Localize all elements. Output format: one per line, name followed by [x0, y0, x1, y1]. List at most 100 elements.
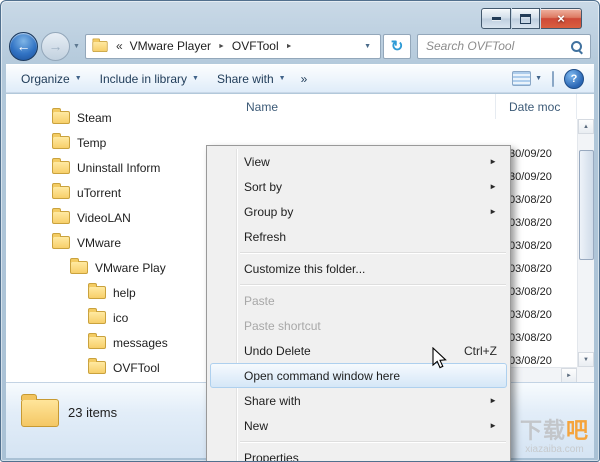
menu-item-label: Customize this folder... — [244, 261, 366, 276]
menu-item-group-by[interactable]: Group by ► — [210, 199, 507, 224]
menu-item-customize-this-folder[interactable]: Customize this folder... — [210, 256, 507, 281]
menu-item-label: New — [244, 418, 269, 433]
scrollbar-corner — [577, 367, 594, 383]
preview-pane-icon — [552, 70, 554, 87]
folder-name: OVFTool — [113, 360, 160, 375]
column-header-name[interactable]: Name — [236, 94, 496, 119]
share-with-button[interactable]: Share with ▼ — [208, 68, 295, 90]
refresh-icon: ↻ — [390, 38, 404, 55]
organize-label: Organize — [21, 71, 70, 86]
address-bar[interactable]: « VMware Player ► OVFTool ► ▼ — [84, 33, 381, 59]
column-header-date-label: Date moc — [509, 99, 561, 114]
change-view-button[interactable]: ▼ — [512, 71, 542, 86]
folder-icon — [21, 394, 59, 427]
sidebar-item-uninstall-inform[interactable]: Uninstall Inform — [6, 155, 236, 180]
submenu-arrow-icon: ► — [489, 157, 497, 166]
scroll-up-button[interactable]: ▲ — [578, 119, 594, 134]
minimize-button[interactable] — [481, 8, 511, 29]
sidebar-item-steam[interactable]: Steam — [6, 105, 236, 130]
back-button[interactable]: ← — [9, 31, 38, 61]
refresh-button[interactable]: ↻ — [383, 33, 411, 59]
toolbar-overflow-button[interactable]: » — [295, 68, 314, 90]
sidebar-item-help[interactable]: help — [6, 280, 236, 305]
recent-pages-dropdown[interactable]: ▼ — [70, 43, 85, 50]
menu-item-label: Paste shortcut — [244, 318, 321, 333]
menu-item-view[interactable]: View ► — [210, 149, 507, 174]
share-with-label: Share with — [216, 71, 274, 86]
breadcrumb-overflow-icon[interactable]: « — [116, 39, 123, 53]
sidebar-item-utorrent[interactable]: uTorrent — [6, 180, 236, 205]
folder-icon — [52, 108, 70, 124]
menu-item-properties[interactable]: Properties — [210, 445, 507, 462]
sidebar-item-temp[interactable]: Temp — [6, 130, 236, 155]
folder-name: Temp — [77, 135, 107, 150]
include-in-library-button[interactable]: Include in library ▼ — [91, 68, 208, 90]
menu-item-share-with[interactable]: Share with ► — [210, 388, 507, 413]
address-history-dropdown-icon[interactable]: ▼ — [360, 43, 375, 50]
menu-item-undo-delete[interactable]: Undo Delete Ctrl+Z — [210, 338, 507, 363]
breadcrumb-item-ovftool[interactable]: OVFTool — [228, 39, 283, 53]
folder-name: ico — [113, 310, 129, 325]
sidebar-item-messages[interactable]: messages — [6, 330, 236, 355]
help-button[interactable]: ? — [564, 68, 584, 89]
chevron-down-icon: ▼ — [74, 75, 82, 82]
folder-name: VMware Play — [95, 260, 166, 275]
preview-pane-button[interactable] — [552, 70, 554, 87]
folder-tree: Steam Temp Uninstall Inform uTorrent VideoLA… — [6, 94, 236, 383]
folder-icon — [88, 283, 106, 299]
close-icon: × — [557, 11, 565, 26]
folder-icon — [70, 258, 88, 274]
folder-name: VMware — [77, 235, 122, 250]
toolbar-right-group: ▼ ? — [512, 68, 588, 89]
navigation-bar: ← → ▼ « VMware Player ► OVFTool ► ▼ ↻ — [9, 30, 591, 62]
sidebar-item-ovftool[interactable]: OVFTool — [6, 355, 236, 380]
folder-name: help — [113, 285, 136, 300]
menu-item-sort-by[interactable]: Sort by ► — [210, 174, 507, 199]
item-count: 23 items — [68, 405, 118, 420]
sidebar-item-videolan[interactable]: VideoLAN — [6, 205, 236, 230]
menu-item-refresh[interactable]: Refresh — [210, 224, 507, 249]
folder-icon — [52, 183, 70, 199]
search-box — [417, 33, 591, 59]
folder-icon — [88, 358, 106, 374]
sidebar-item-ico[interactable]: ico — [6, 305, 236, 330]
minimize-icon — [491, 17, 501, 20]
folder-name: Steam — [77, 110, 112, 125]
submenu-arrow-icon: ► — [489, 207, 497, 216]
folder-name: messages — [113, 335, 168, 350]
chevron-down-icon: ▼ — [535, 75, 542, 82]
breadcrumb-item-vmware-player[interactable]: VMware Player — [126, 39, 215, 53]
watermark-text: 下载 — [519, 418, 566, 444]
menu-item-open-command-window-here[interactable]: Open command window here — [210, 363, 507, 388]
breadcrumb-separator-icon[interactable]: ► — [215, 43, 228, 50]
sidebar-item-vmware-play[interactable]: VMware Play — [6, 255, 236, 280]
folder-name: uTorrent — [77, 185, 122, 200]
column-header-date-modified[interactable]: Date moc — [496, 94, 577, 119]
explorer-window: × ← → ▼ « VMware Player ► OVFTool ► ▼ ↻ — [0, 0, 600, 462]
menu-item-paste: Paste — [210, 288, 507, 313]
search-input[interactable] — [418, 34, 570, 58]
vertical-scrollbar[interactable]: ▲ ▼ — [577, 119, 594, 367]
toolbar-overflow-icon: » — [300, 71, 308, 86]
vertical-scrollbar-thumb[interactable] — [578, 150, 594, 260]
folder-name: Uninstall Inform — [77, 160, 161, 175]
submenu-arrow-icon: ► — [489, 396, 497, 405]
menu-item-paste-shortcut: Paste shortcut — [210, 313, 507, 338]
watermark-text-accent: 吧 — [565, 418, 589, 444]
back-arrow-icon: ← — [16, 38, 31, 54]
folder-icon — [52, 158, 70, 174]
command-bar: Organize ▼ Include in library ▼ Share wi… — [6, 64, 594, 93]
maximize-button[interactable] — [512, 8, 540, 29]
menu-item-new[interactable]: New ► — [210, 413, 507, 438]
breadcrumb-separator-icon[interactable]: ► — [283, 43, 296, 50]
sidebar-item-vmware[interactable]: VMware — [6, 230, 236, 255]
close-button[interactable]: × — [541, 8, 582, 29]
scroll-down-button[interactable]: ▼ — [578, 352, 594, 367]
organize-button[interactable]: Organize ▼ — [12, 68, 91, 90]
mouse-cursor — [432, 347, 447, 369]
menu-item-shortcut: Ctrl+Z — [464, 343, 497, 358]
scroll-right-button[interactable]: ► — [561, 368, 577, 383]
list-view-icon — [512, 71, 532, 86]
folder-icon — [88, 333, 106, 349]
forward-button[interactable]: → — [41, 31, 70, 61]
